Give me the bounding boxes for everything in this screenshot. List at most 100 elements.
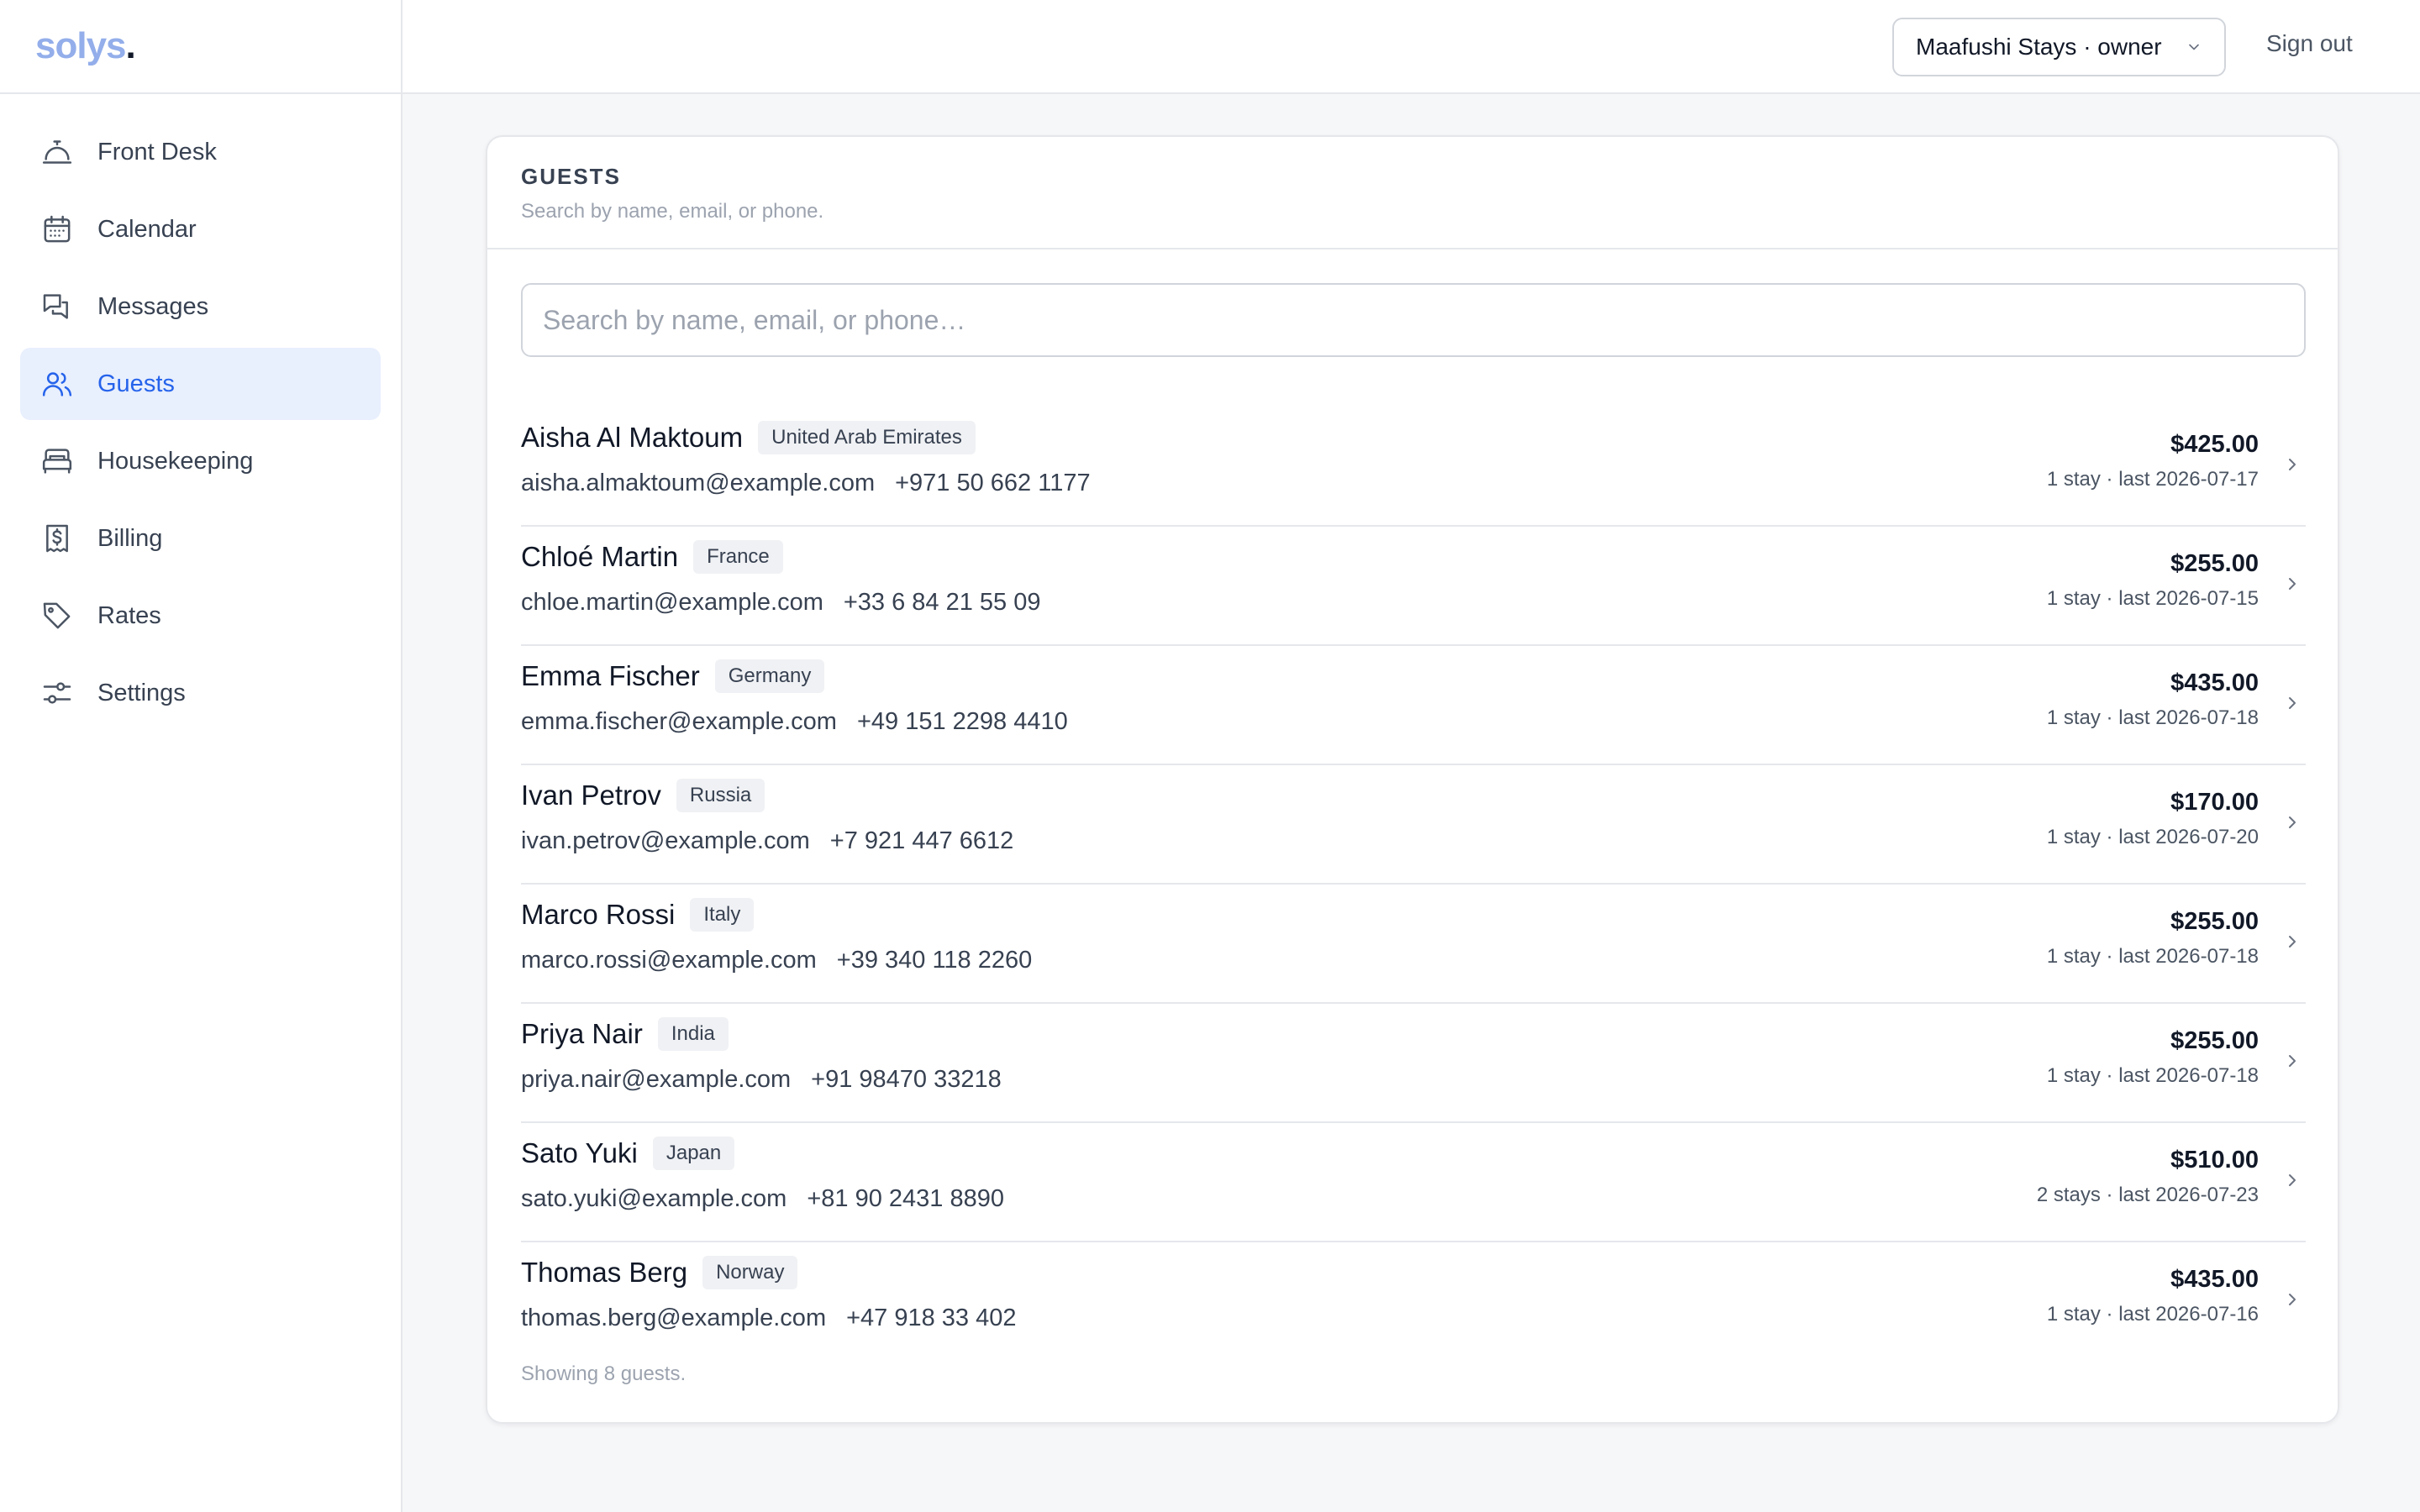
brand-name: solys — [35, 25, 127, 66]
sidebar-item-label: Housekeeping — [97, 447, 254, 475]
chevron-right-icon — [2289, 816, 2296, 828]
sidebar: solys. Front Desk Calendar Messages Gues… — [0, 0, 402, 1512]
results-count: Showing 8 guests. — [521, 1362, 687, 1385]
guest-row[interactable]: Chloé Martin France chloe.martin@example… — [521, 527, 2306, 646]
sidebar-item-label: Rates — [97, 601, 161, 629]
chevron-right-icon — [2289, 697, 2296, 709]
guest-phone: +91 98470 33218 — [811, 1066, 1002, 1093]
bell-icon — [40, 135, 74, 169]
country-badge: France — [693, 540, 783, 574]
users-icon — [40, 367, 74, 401]
sidebar-nav: Front Desk Calendar Messages Guests Hous… — [0, 94, 401, 729]
guest-row[interactable]: Marco Rossi Italy marco.rossi@example.co… — [521, 885, 2306, 1004]
sidebar-item-housekeeping[interactable]: Housekeeping — [20, 425, 381, 497]
guest-name: Aisha Al Maktoum — [521, 422, 744, 453]
sidebar-item-label: Front Desk — [97, 138, 217, 165]
sidebar-item-rates[interactable]: Rates — [20, 580, 381, 652]
guest-email: sato.yuki@example.com — [521, 1185, 787, 1212]
guest-stay-meta: 1 stay · last 2026-07-18 — [2046, 1064, 2259, 1087]
receipt-dollar-icon — [40, 522, 74, 555]
sidebar-item-calendar[interactable]: Calendar — [20, 193, 381, 265]
guest-row[interactable]: Thomas Berg Norway thomas.berg@example.c… — [521, 1242, 2306, 1362]
guest-stay-meta: 1 stay · last 2026-07-16 — [2046, 1303, 2259, 1326]
calendar-icon — [40, 213, 74, 246]
sidebar-item-label: Messages — [97, 292, 209, 320]
brand-dot: . — [125, 25, 136, 66]
guest-phone: +7 921 447 6612 — [829, 827, 1014, 854]
country-badge: Russia — [676, 779, 765, 812]
page-title: GUESTS — [521, 164, 621, 189]
page-subtitle: Search by name, email, or phone. — [521, 200, 824, 223]
guest-total: $170.00 — [2170, 789, 2259, 816]
guest-phone: +33 6 84 21 55 09 — [843, 589, 1041, 616]
guest-list: Aisha Al Maktoum United Arab Emirates ai… — [521, 407, 2306, 1362]
guest-stay-meta: 1 stay · last 2026-07-15 — [2046, 587, 2259, 610]
guest-total: $435.00 — [2170, 1266, 2259, 1293]
guest-stay-meta: 1 stay · last 2026-07-18 — [2046, 706, 2259, 729]
guest-name: Thomas Berg — [521, 1257, 688, 1288]
guest-stay-meta: 2 stays · last 2026-07-23 — [2036, 1184, 2259, 1206]
guest-total: $425.00 — [2170, 431, 2259, 458]
guest-email: thomas.berg@example.com — [521, 1305, 827, 1331]
chevron-right-icon — [2289, 1174, 2296, 1186]
guest-stay-meta: 1 stay · last 2026-07-18 — [2046, 945, 2259, 968]
chevron-right-icon — [2289, 1294, 2296, 1305]
guest-phone: +39 340 118 2260 — [836, 947, 1033, 974]
guest-total: $255.00 — [2170, 1027, 2259, 1054]
tag-icon — [40, 599, 74, 633]
chevron-right-icon — [2289, 459, 2296, 470]
guest-name: Ivan Petrov — [521, 780, 661, 811]
property-selector[interactable]: Maafushi Stays · owner — [1892, 18, 2226, 76]
chat-icon — [40, 290, 74, 323]
guest-total: $255.00 — [2170, 908, 2259, 935]
country-badge: Italy — [690, 898, 755, 932]
sign-out-link[interactable]: Sign out — [2266, 30, 2353, 57]
guest-phone: +49 151 2298 4410 — [856, 708, 1068, 735]
bed-icon — [40, 444, 74, 478]
guest-name: Chloé Martin — [521, 541, 679, 572]
guest-phone: +971 50 662 1177 — [895, 470, 1091, 496]
sidebar-item-label: Guests — [97, 370, 175, 397]
guest-row[interactable]: Ivan Petrov Russia ivan.petrov@example.c… — [521, 765, 2306, 885]
sidebar-item-front-desk[interactable]: Front Desk — [20, 116, 381, 188]
guest-email: aisha.almaktoum@example.com — [521, 470, 876, 496]
guest-row[interactable]: Sato Yuki Japan sato.yuki@example.com +81… — [521, 1123, 2306, 1242]
guest-total: $255.00 — [2170, 550, 2259, 577]
guest-stay-meta: 1 stay · last 2026-07-17 — [2046, 468, 2259, 491]
guest-row[interactable]: Aisha Al Maktoum United Arab Emirates ai… — [521, 407, 2306, 527]
guest-row[interactable]: Emma Fischer Germany emma.fischer@exampl… — [521, 646, 2306, 765]
sidebar-item-guests[interactable]: Guests — [20, 348, 381, 420]
guest-phone: +81 90 2431 8890 — [807, 1185, 1004, 1212]
guest-stay-meta: 1 stay · last 2026-07-20 — [2046, 826, 2259, 848]
top-bar: Maafushi Stays · owner Sign out — [402, 0, 2420, 94]
sliders-icon — [40, 676, 74, 710]
country-badge: United Arab Emirates — [758, 421, 976, 454]
guest-email: ivan.petrov@example.com — [521, 827, 810, 854]
search-input[interactable] — [521, 283, 2306, 357]
sidebar-item-label: Calendar — [97, 215, 197, 243]
brand-logo[interactable]: solys. — [0, 0, 401, 94]
chevron-down-icon — [2189, 44, 2199, 50]
guest-name: Sato Yuki — [521, 1137, 638, 1168]
sidebar-item-label: Settings — [97, 679, 186, 706]
card-header: GUESTS Search by name, email, or phone. — [487, 137, 2338, 249]
guest-phone: +47 918 33 402 — [846, 1305, 1017, 1331]
guest-email: chloe.martin@example.com — [521, 589, 823, 616]
guest-name: Emma Fischer — [521, 660, 700, 691]
country-badge: Norway — [702, 1256, 798, 1289]
country-badge: India — [657, 1017, 729, 1051]
sidebar-item-settings[interactable]: Settings — [20, 657, 381, 729]
sidebar-item-messages[interactable]: Messages — [20, 270, 381, 343]
sidebar-item-billing[interactable]: Billing — [20, 502, 381, 575]
guests-card: GUESTS Search by name, email, or phone. … — [486, 135, 2339, 1424]
guest-total: $435.00 — [2170, 669, 2259, 696]
property-selector-label: Maafushi Stays · owner — [1916, 34, 2162, 60]
guest-email: emma.fischer@example.com — [521, 708, 837, 735]
guest-name: Marco Rossi — [521, 899, 676, 930]
chevron-right-icon — [2289, 578, 2296, 590]
guest-row[interactable]: Priya Nair India priya.nair@example.com +… — [521, 1004, 2306, 1123]
guest-email: marco.rossi@example.com — [521, 947, 817, 974]
guest-total: $510.00 — [2170, 1147, 2259, 1173]
chevron-right-icon — [2289, 936, 2296, 948]
country-badge: Germany — [714, 659, 825, 693]
